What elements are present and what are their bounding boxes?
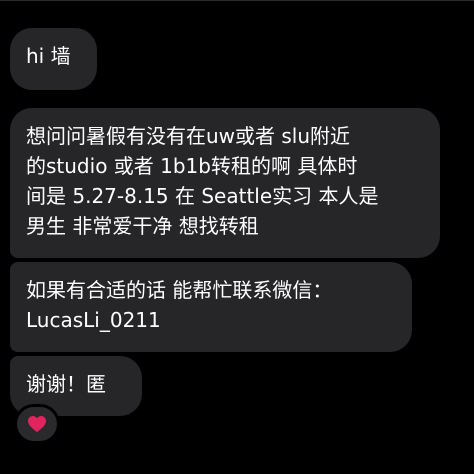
reaction-badge[interactable] — [14, 404, 60, 444]
message-text: 间是 5.27-8.15 在 Seattle实习 本人是 — [26, 184, 379, 208]
message-bubble[interactable]: hi 墙 — [10, 28, 97, 90]
message-text: 谢谢！匿 — [26, 372, 106, 396]
message-text: LucasLi_0211 — [26, 308, 161, 332]
heart-icon — [28, 415, 46, 433]
message-bubble[interactable]: 想问问暑假有没有在uw或者 slu附近 的studio 或者 1b1b转租的啊 … — [10, 108, 440, 258]
message-text: hi 墙 — [26, 44, 71, 68]
message-text: 男生 非常爱干净 想找转租 — [26, 214, 259, 238]
top-divider — [0, 0, 474, 1]
message-text: 想问问暑假有没有在uw或者 slu附近 — [26, 124, 351, 148]
message-text: 如果有合适的话 能帮忙联系微信： — [26, 278, 333, 302]
message-text: 的studio 或者 1b1b转租的啊 具体时 — [26, 154, 358, 178]
message-bubble[interactable]: 如果有合适的话 能帮忙联系微信： LucasLi_0211 — [10, 262, 412, 352]
chat-screen: hi 墙 想问问暑假有没有在uw或者 slu附近 的studio 或者 1b1b… — [0, 0, 474, 474]
